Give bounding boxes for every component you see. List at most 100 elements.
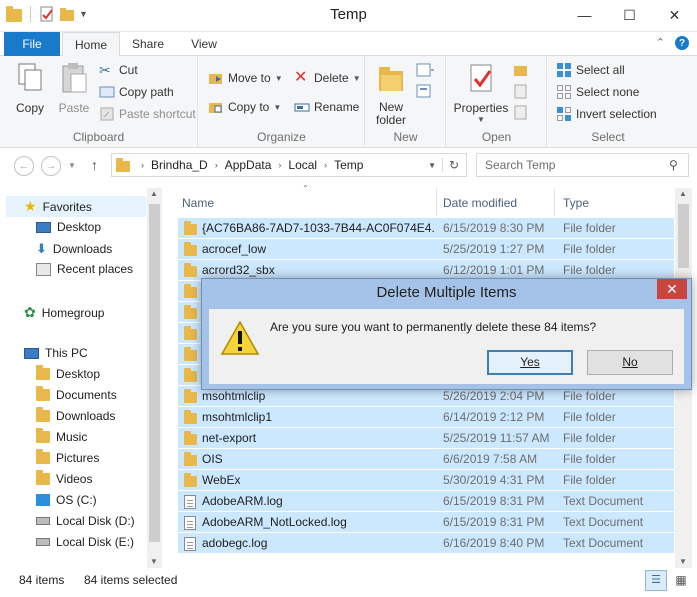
file-type: File folder — [563, 242, 616, 256]
file-type: File folder — [563, 263, 616, 277]
chevron-down-icon[interactable]: ▼ — [428, 161, 436, 170]
no-button[interactable]: No — [587, 350, 673, 375]
chevron-up-icon[interactable]: ▲ — [679, 189, 687, 198]
cut-button[interactable]: ✂ Cut — [99, 62, 138, 78]
dialog-message: Are you sure you want to permanently del… — [270, 320, 597, 334]
back-button[interactable]: ← — [14, 156, 34, 176]
invert-selection-button[interactable]: Invert selection — [556, 106, 657, 122]
yes-button[interactable]: Yes — [487, 350, 573, 375]
refresh-icon[interactable]: ↻ — [441, 158, 459, 172]
nav-thispc-os-c[interactable]: OS (C:) — [36, 493, 97, 507]
breadcrumb-item[interactable]: Local — [288, 158, 317, 172]
nav-homegroup[interactable]: ✿ Homegroup — [24, 304, 104, 321]
yes-label: Yes — [520, 355, 540, 369]
selected-count: 84 items selected — [84, 573, 178, 587]
nav-thispc-music[interactable]: Music — [36, 428, 88, 444]
new-group-label: New — [393, 130, 418, 144]
dialog-close-button[interactable]: ✕ — [657, 279, 687, 299]
open-folder-icon[interactable] — [513, 62, 531, 78]
edit-icon[interactable] — [513, 83, 529, 99]
table-row[interactable]: {AC76BA86-7AD7-1033-7B44-AC0F074E4... 6/1… — [178, 217, 674, 238]
history-icon[interactable] — [513, 104, 529, 120]
delete-button[interactable]: ✕ Delete ▼ — [294, 70, 361, 86]
copy-path-button[interactable]: Copy path — [99, 84, 174, 100]
warning-icon — [221, 321, 259, 355]
nav-scrollbar-thumb[interactable] — [149, 204, 160, 542]
maximize-button[interactable]: ☐ — [607, 0, 652, 30]
move-to-button[interactable]: Move to ▼ — [208, 70, 283, 86]
nav-thispc-disk-d[interactable]: Local Disk (D:) — [36, 514, 135, 528]
nav-scrollbar[interactable]: ▲ ▼ — [147, 188, 162, 568]
desktop-icon — [36, 221, 51, 233]
paste-shortcut-button[interactable]: Paste shortcut — [99, 106, 196, 122]
nav-thispc-disk-e[interactable]: Local Disk (E:) — [36, 535, 134, 549]
table-row[interactable]: acrord32_sbx 6/12/2019 1:01 PM File folder — [178, 259, 674, 280]
breadcrumb-item[interactable]: Temp — [334, 158, 363, 172]
nav-favorites-downloads[interactable]: ⬇ Downloads — [36, 241, 112, 257]
table-row[interactable]: WebEx 5/30/2019 4:31 PM File folder — [178, 469, 674, 490]
open-group-label: Open — [481, 130, 512, 144]
column-header-date[interactable]: Date modified — [443, 190, 553, 216]
column-header-name[interactable]: Name — [182, 190, 432, 216]
column-divider[interactable] — [436, 188, 437, 216]
table-row[interactable]: AdobeARM_NotLocked.log 6/15/2019 8:31 PM T… — [178, 511, 674, 532]
close-button[interactable]: ✕ — [652, 0, 697, 30]
folder-icon — [36, 407, 50, 422]
properties-button[interactable]: Properties ▼ — [453, 62, 509, 124]
minimize-button[interactable]: — — [562, 0, 607, 30]
chevron-down-icon[interactable]: ▼ — [679, 557, 687, 566]
select-none-button[interactable]: Select none — [556, 84, 639, 100]
nav-favorites[interactable]: ★ Favorites — [6, 196, 146, 217]
select-all-button[interactable]: Select all — [556, 62, 625, 78]
nav-favorites-desktop[interactable]: Desktop — [36, 220, 101, 234]
column-divider[interactable] — [554, 188, 555, 216]
chevron-down-icon[interactable]: ▼ — [150, 557, 158, 566]
breadcrumb-item[interactable]: Brindha_D — [151, 158, 208, 172]
tab-home[interactable]: Home — [62, 32, 120, 57]
tab-view[interactable]: View — [178, 32, 230, 56]
nav-thispc-pictures[interactable]: Pictures — [36, 449, 99, 465]
table-row[interactable]: net-export 5/25/2019 11:57 AM File folder — [178, 427, 674, 448]
table-row[interactable]: OIS 6/6/2019 7:58 AM File folder — [178, 448, 674, 469]
table-row[interactable]: adobegc.log 6/16/2019 8:40 PM Text Documen… — [178, 532, 674, 553]
paste-button[interactable]: Paste — [54, 62, 94, 115]
file-list-scrollbar-thumb[interactable] — [678, 204, 689, 268]
nav-thispc-downloads[interactable]: Downloads — [36, 407, 115, 423]
chevron-down-icon[interactable]: ▼ — [68, 161, 76, 170]
up-icon[interactable]: ↑ — [91, 157, 98, 173]
large-icons-view-icon[interactable]: ▦ — [670, 570, 692, 591]
help-icon[interactable]: ? — [675, 36, 689, 50]
nav-favorites-recent[interactable]: Recent places — [36, 262, 133, 276]
star-icon: ★ — [24, 198, 37, 214]
tab-file[interactable]: File — [4, 32, 60, 56]
table-row[interactable]: AdobeARM.log 6/15/2019 8:31 PM Text Docume… — [178, 490, 674, 511]
nav-thispc-documents[interactable]: Documents — [36, 386, 117, 402]
copy-to-button[interactable]: Copy to ▼ — [208, 99, 281, 115]
column-header-type[interactable]: Type — [563, 190, 663, 216]
nav-thispc-desktop[interactable]: Desktop — [36, 365, 100, 381]
new-folder-button[interactable]: New folder — [368, 62, 414, 127]
table-row[interactable]: msohtmlclip1 6/14/2019 2:12 PM File folder — [178, 406, 674, 427]
breadcrumb-item[interactable]: AppData — [225, 158, 272, 172]
details-view-icon[interactable]: ☰ — [645, 570, 667, 591]
ribbon-controls: ⌃ ? — [656, 36, 689, 50]
file-type: File folder — [563, 473, 616, 487]
rename-button[interactable]: Rename — [294, 99, 359, 115]
search-input[interactable]: Search Temp — [476, 153, 689, 177]
chevron-up-icon[interactable]: ▲ — [150, 189, 158, 198]
search-icon[interactable]: ⚲ — [669, 158, 678, 172]
easy-access-icon[interactable] — [416, 83, 434, 99]
nav-thispc[interactable]: This PC — [24, 346, 88, 360]
nav-item-label: Music — [56, 430, 88, 444]
nav-thispc-videos[interactable]: Videos — [36, 470, 92, 486]
table-row[interactable]: acrocef_low 5/25/2019 1:27 PM File folder — [178, 238, 674, 259]
forward-button[interactable]: → — [41, 156, 61, 176]
file-type: File folder — [563, 410, 616, 424]
copy-button[interactable]: Copy — [10, 62, 50, 115]
nav-item-label: Desktop — [57, 220, 102, 234]
file-date: 6/14/2019 2:12 PM — [443, 410, 545, 424]
address-bar[interactable]: › Brindha_D › AppData › Local › Temp ▼ ↻ — [111, 153, 467, 177]
tab-share[interactable]: Share — [122, 32, 174, 56]
new-item-icon[interactable] — [416, 62, 434, 78]
ribbon-collapse-icon[interactable]: ⌃ — [656, 36, 665, 50]
